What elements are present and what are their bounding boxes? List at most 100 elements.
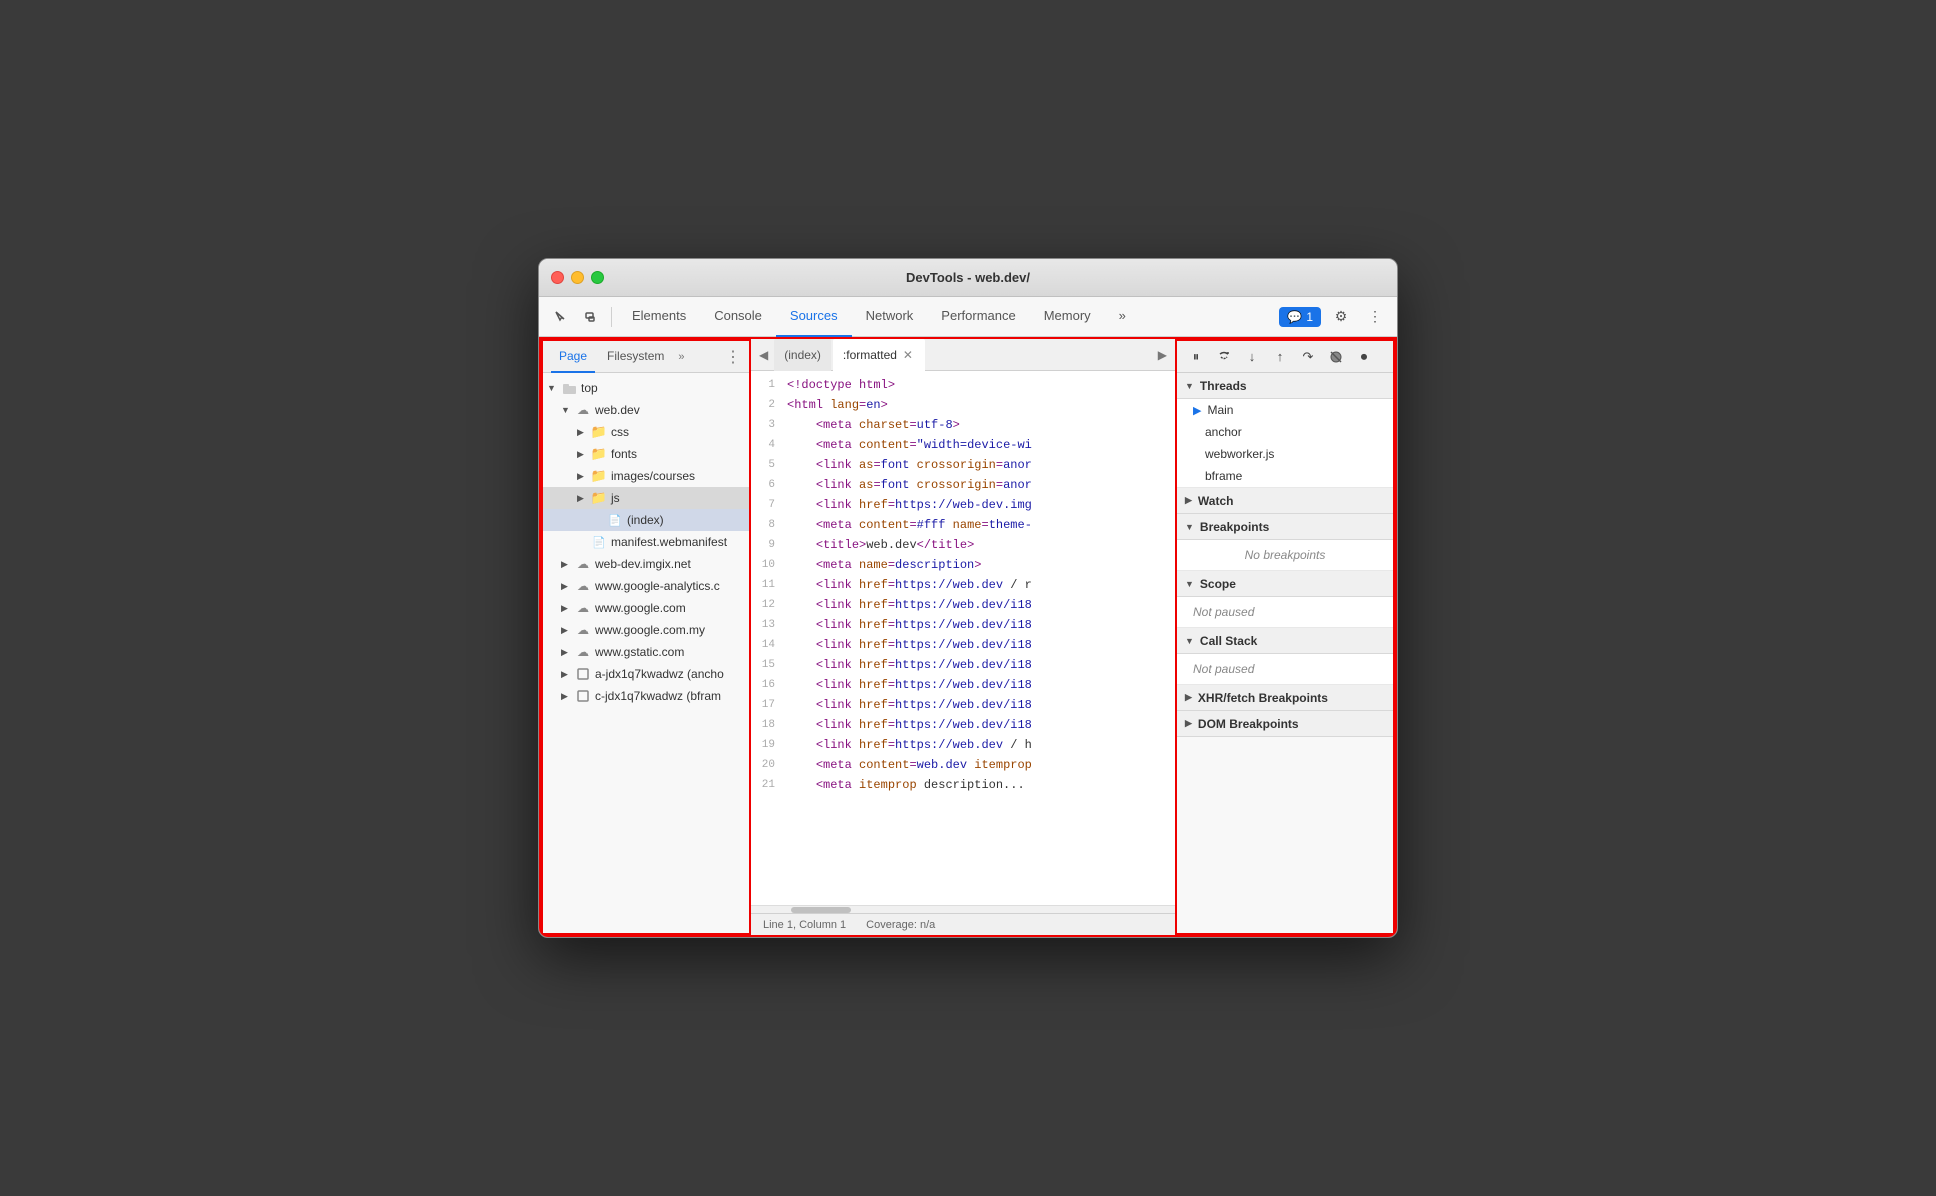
pause-on-exceptions-button[interactable]: ⏺ [1351,344,1377,370]
tree-item-css[interactable]: ▶ 📁 css [543,421,749,443]
line-content-12: <link href=https://web.dev/i18 [787,595,1175,615]
tree-item-manifest[interactable]: ▶ 📄 manifest.webmanifest [543,531,749,553]
tree-item-gstatic[interactable]: ▶ ☁ www.gstatic.com [543,641,749,663]
tree-item-webdev[interactable]: ▼ ☁ web.dev [543,399,749,421]
breakpoints-arrow: ▼ [1185,522,1194,532]
code-container[interactable]: 1 <!doctype html> 2 <html lang=en> 3 <me… [751,371,1175,905]
callstack-section-header[interactable]: ▼ Call Stack [1177,628,1393,654]
tab-filesystem[interactable]: Filesystem [599,341,672,373]
code-line-15: 15 <link href=https://web.dev/i18 [751,655,1175,675]
thread-main[interactable]: ▶ Main [1177,399,1393,421]
threads-label: Threads [1200,379,1247,393]
tab-page[interactable]: Page [551,341,595,373]
tab-elements[interactable]: Elements [618,297,700,337]
watch-section-header[interactable]: ▶ Watch [1177,488,1393,514]
dom-arrow: ▶ [1185,718,1192,729]
editor-tab-formatted-label: :formatted [843,348,897,362]
notification-count: 1 [1306,310,1313,324]
minimize-button[interactable] [571,271,584,284]
step-over-button[interactable] [1211,344,1237,370]
tab-list: Elements Console Sources Network Perform… [618,297,1277,337]
inspect-element-button[interactable] [547,303,575,331]
arrow-google: ▶ [561,603,575,614]
xhr-section-header[interactable]: ▶ XHR/fetch Breakpoints [1177,685,1393,711]
code-line-14: 14 <link href=https://web.dev/i18 [751,635,1175,655]
scope-section-header[interactable]: ▼ Scope [1177,571,1393,597]
editor-tab-prev-button[interactable]: ◀ [755,348,772,362]
file-icon-index: 📄 [607,512,623,528]
editor-area: 1 <!doctype html> 2 <html lang=en> 3 <me… [751,371,1175,913]
pause-button[interactable]: ⏸ [1183,344,1209,370]
frame-icon-bframe [575,688,591,704]
tree-item-top[interactable]: ▼ top [543,377,749,399]
code-line-20: 20 <meta content=web.dev itemprop [751,755,1175,775]
editor-tab-index[interactable]: (index) [774,339,831,371]
step-button[interactable]: ↷ [1295,344,1321,370]
editor-tab-next-button[interactable]: ▶ [1154,348,1171,362]
code-line-10: 10 <meta name=description> [751,555,1175,575]
cursor-position: Line 1, Column 1 [763,919,846,931]
thread-bframe[interactable]: bframe [1177,465,1393,487]
notification-icon: 💬 [1287,310,1302,324]
xhr-label: XHR/fetch Breakpoints [1198,691,1328,705]
editor-tab-index-label: (index) [784,348,821,362]
thread-webworker[interactable]: webworker.js [1177,443,1393,465]
tree-item-index[interactable]: ▶ 📄 (index) [543,509,749,531]
folder-icon-js: 📁 [591,490,607,506]
tree-item-anchor[interactable]: ▶ a-jdx1q7kwadwz (ancho [543,663,749,685]
line-content-9: <title>web.dev</title> [787,535,1175,555]
thread-anchor[interactable]: anchor [1177,421,1393,443]
tree-label-imgix: web-dev.imgix.net [595,557,691,571]
tree-item-js[interactable]: ▶ 📁 js [543,487,749,509]
editor-tab-formatted[interactable]: :formatted ✕ [833,339,925,371]
deactivate-breakpoints-button[interactable] [1323,344,1349,370]
notification-button[interactable]: 💬 1 [1279,307,1321,327]
step-out-button[interactable]: ↑ [1267,344,1293,370]
left-panel-tabs: Page Filesystem » ⋮ [543,341,749,373]
thread-main-label: Main [1207,403,1233,417]
window-title: DevTools - web.dev/ [906,270,1030,285]
line-content-5: <link as=font crossorigin=anor [787,455,1175,475]
editor-tab-close-button[interactable]: ✕ [901,348,915,362]
settings-button[interactable]: ⚙ [1327,303,1355,331]
code-line-12: 12 <link href=https://web.dev/i18 [751,595,1175,615]
line-num-2: 2 [751,395,787,415]
tree-item-analytics[interactable]: ▶ ☁ www.google-analytics.c [543,575,749,597]
more-options-button[interactable]: ⋮ [1361,303,1389,331]
panel-menu-button[interactable]: ⋮ [725,347,741,367]
threads-section-header[interactable]: ▼ Threads [1177,373,1393,399]
code-line-1: 1 <!doctype html> [751,375,1175,395]
line-num-19: 19 [751,735,787,755]
tree-item-google[interactable]: ▶ ☁ www.google.com [543,597,749,619]
callstack-section-body: Not paused [1177,654,1393,685]
dom-section-header[interactable]: ▶ DOM Breakpoints [1177,711,1393,737]
panel-more-tabs[interactable]: » [678,351,684,363]
maximize-button[interactable] [591,271,604,284]
step-into-button[interactable]: ↓ [1239,344,1265,370]
breakpoints-section-header[interactable]: ▼ Breakpoints [1177,514,1393,540]
tree-label-images: images/courses [611,469,695,483]
tab-memory[interactable]: Memory [1030,297,1105,337]
folder-icon-top [561,380,577,396]
horizontal-scrollbar[interactable] [751,905,1175,913]
line-content-1: <!doctype html> [787,375,1175,395]
line-content-3: <meta charset=utf-8> [787,415,1175,435]
tree-item-bframe[interactable]: ▶ c-jdx1q7kwadwz (bfram [543,685,749,707]
tab-performance[interactable]: Performance [927,297,1029,337]
line-content-16: <link href=https://web.dev/i18 [787,675,1175,695]
tree-item-imgix[interactable]: ▶ ☁ web-dev.imgix.net [543,553,749,575]
close-button[interactable] [551,271,564,284]
tab-more[interactable]: » [1105,297,1140,337]
tree-item-images[interactable]: ▶ 📁 images/courses [543,465,749,487]
scrollbar-thumb-h [791,907,851,913]
tree-item-fonts[interactable]: ▶ 📁 fonts [543,443,749,465]
file-tree: ▼ top ▼ ☁ web.dev ▶ 📁 css [543,373,749,933]
device-toolbar-button[interactable] [577,303,605,331]
line-num-7: 7 [751,495,787,515]
tab-sources[interactable]: Sources [776,297,852,337]
line-content-13: <link href=https://web.dev/i18 [787,615,1175,635]
middle-panel: ◀ (index) :formatted ✕ ▶ 1 <!doctype htm… [751,339,1175,935]
tree-item-googlemy[interactable]: ▶ ☁ www.google.com.my [543,619,749,641]
tab-console[interactable]: Console [700,297,776,337]
tab-network[interactable]: Network [852,297,928,337]
